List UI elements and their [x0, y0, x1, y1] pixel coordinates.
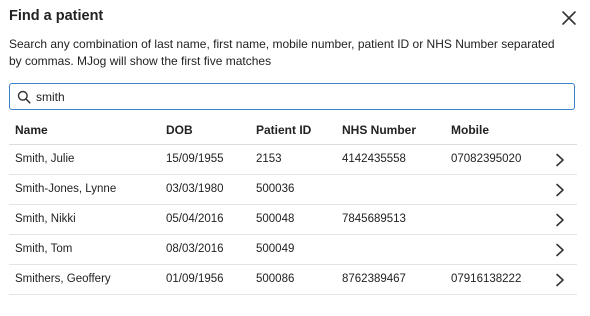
patient-nhs-number: 8762389467 — [342, 273, 406, 285]
patient-id: 500086 — [256, 273, 295, 285]
column-header-mobile[interactable]: Mobile — [451, 116, 489, 145]
patient-id: 500049 — [256, 243, 295, 255]
table-row[interactable]: Smith, Tom 08/03/2016 500049 — [9, 235, 577, 265]
table-row[interactable]: Smith-Jones, Lynne 03/03/1980 500036 — [9, 175, 577, 205]
patient-name: Smith, Julie — [15, 153, 75, 165]
search-box[interactable] — [9, 83, 575, 110]
patient-name: Smith-Jones, Lynne — [15, 183, 117, 195]
find-patient-dialog: Find a patient Search any combination of… — [0, 0, 590, 316]
chevron-right-icon[interactable] — [555, 243, 565, 257]
patient-dob: 05/04/2016 — [166, 213, 224, 225]
chevron-right-icon[interactable] — [555, 183, 565, 197]
patient-dob: 08/03/2016 — [166, 243, 224, 255]
column-header-patient-id[interactable]: Patient ID — [256, 116, 311, 145]
dialog-title: Find a patient — [9, 8, 104, 24]
chevron-right-icon[interactable] — [555, 153, 565, 167]
patient-dob: 01/09/1956 — [166, 273, 224, 285]
search-icon — [17, 90, 31, 104]
patient-id: 2153 — [256, 153, 282, 165]
patient-mobile: 07916138222 — [451, 273, 522, 285]
column-header-name[interactable]: Name — [15, 116, 48, 145]
patient-nhs-number: 4142435558 — [342, 153, 406, 165]
table-row[interactable]: Smith, Julie 15/09/1955 2153 4142435558 … — [9, 145, 577, 175]
table-row[interactable]: Smithers, Geoffery 01/09/1956 500086 876… — [9, 265, 577, 295]
patient-nhs-number: 7845689513 — [342, 213, 406, 225]
patient-id: 500036 — [256, 183, 295, 195]
patient-dob: 15/09/1955 — [166, 153, 224, 165]
patient-name: Smithers, Geoffery — [15, 273, 111, 285]
patient-id: 500048 — [256, 213, 295, 225]
chevron-right-icon[interactable] — [555, 273, 565, 287]
close-icon[interactable] — [561, 10, 577, 26]
chevron-right-icon[interactable] — [555, 213, 565, 227]
column-header-nhs-number[interactable]: NHS Number — [342, 116, 416, 145]
patient-name: Smith, Nikki — [15, 213, 76, 225]
patient-results-table: Name DOB Patient ID NHS Number Mobile Sm… — [9, 116, 577, 295]
search-input[interactable] — [36, 86, 556, 107]
dialog-description: Search any combination of last name, fir… — [9, 37, 555, 68]
patient-dob: 03/03/1980 — [166, 183, 224, 195]
table-row[interactable]: Smith, Nikki 05/04/2016 500048 784568951… — [9, 205, 577, 235]
patient-mobile: 07082395020 — [451, 153, 522, 165]
column-header-dob[interactable]: DOB — [166, 116, 193, 145]
table-header: Name DOB Patient ID NHS Number Mobile — [9, 116, 577, 145]
patient-name: Smith, Tom — [15, 243, 73, 255]
